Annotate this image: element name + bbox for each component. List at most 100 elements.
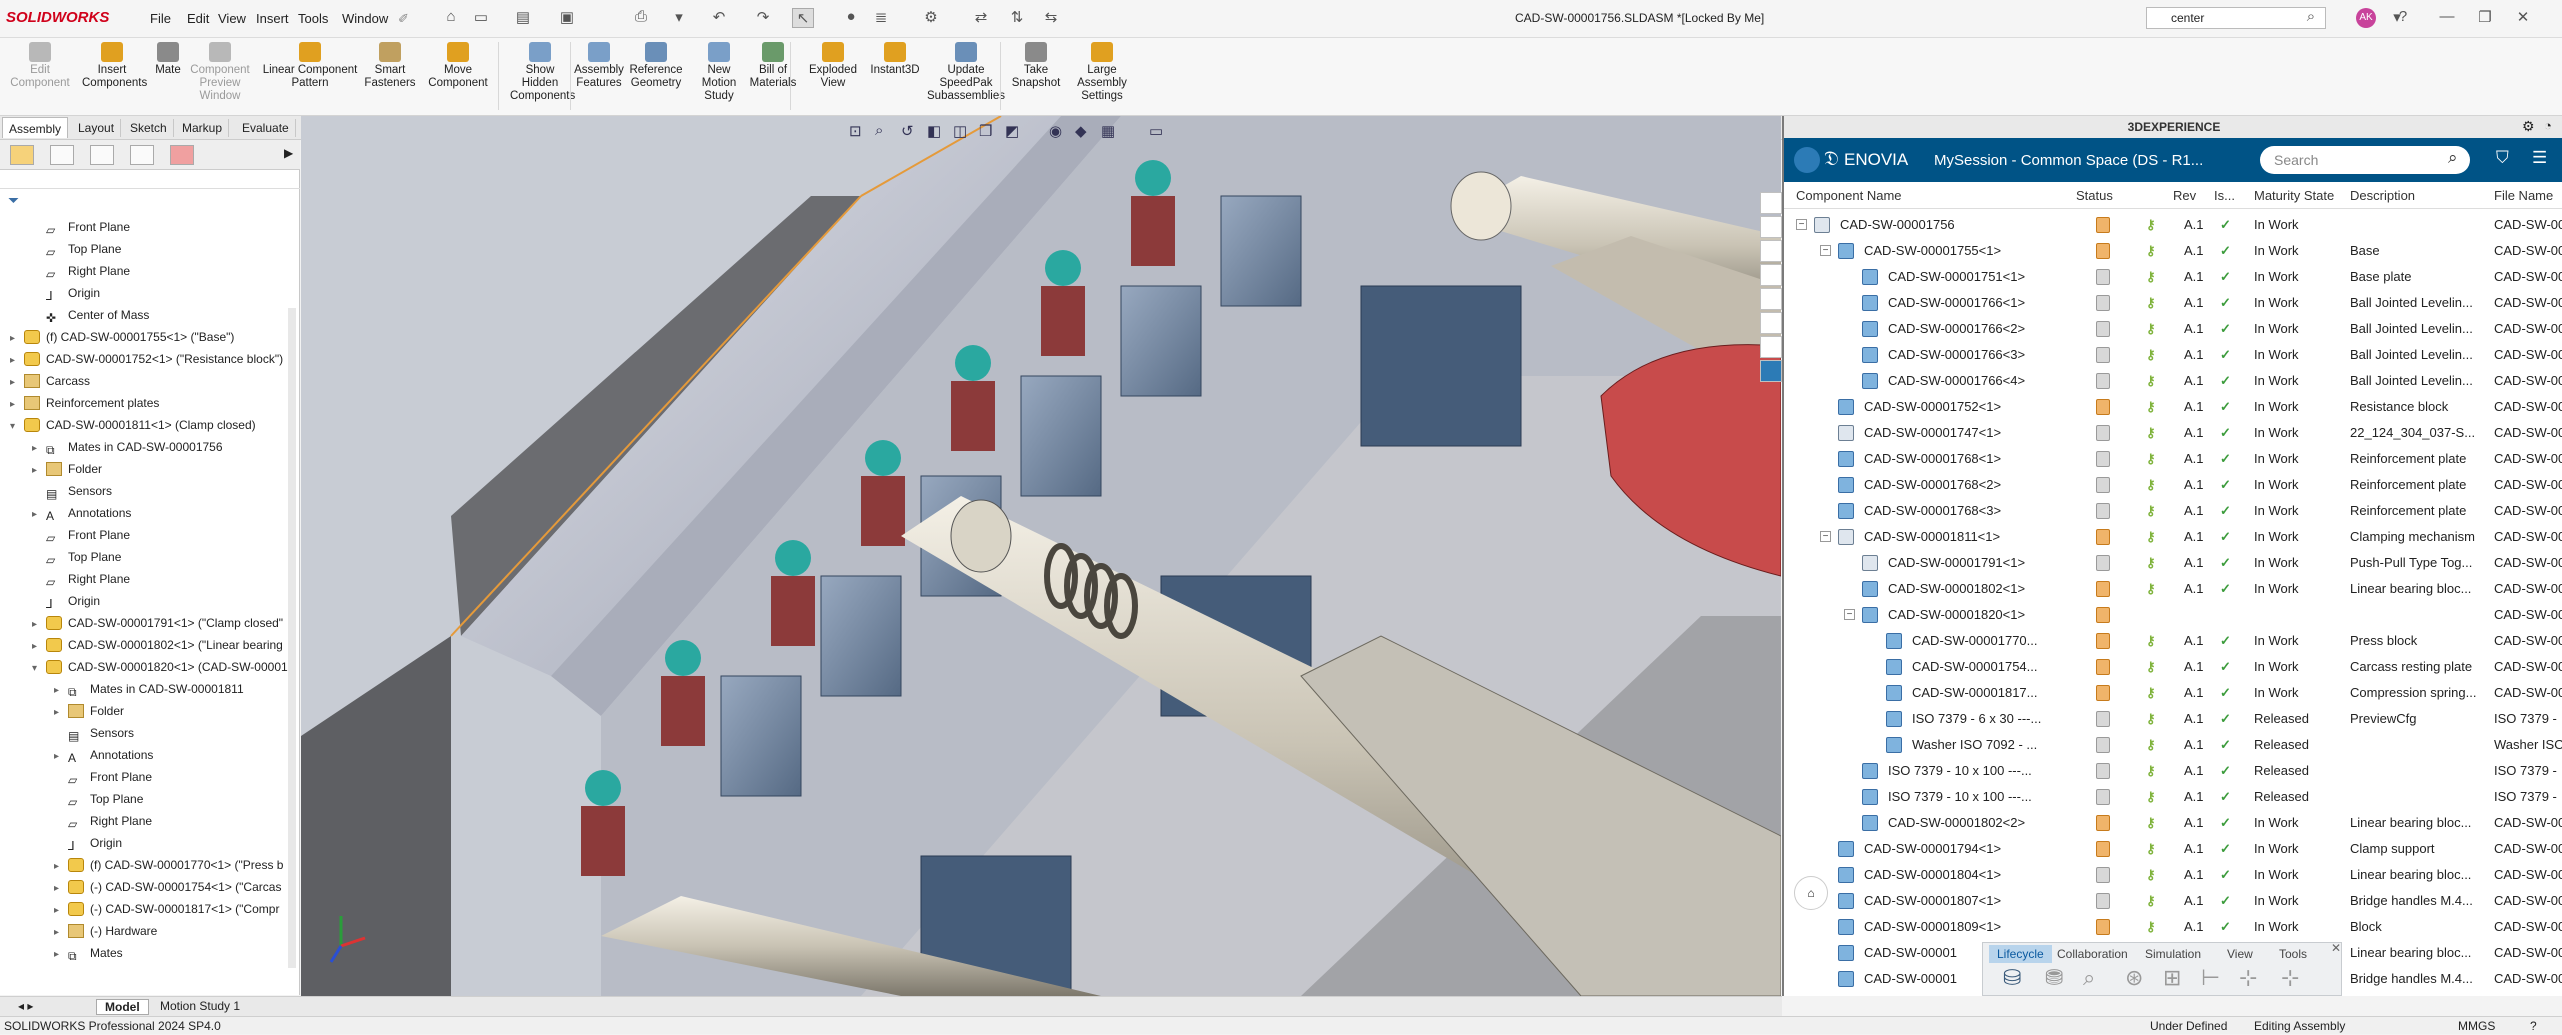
table-row[interactable]: Washer ISO 7092 - ... ⚷ A.1 ✓ Released Washer… (1784, 732, 2562, 758)
table-row[interactable]: CAD-SW-00001766<3> ⚷ A.1 ✓ In Work Ball Joint… (1784, 342, 2562, 368)
change-icon[interactable]: ⊞ (2163, 965, 2181, 991)
collaboration-icon[interactable]: ⇄ (970, 8, 992, 28)
column-header-maturity-state[interactable]: Maturity State (2254, 188, 2334, 203)
tree-node[interactable]: ▸ CAD-SW-00001752<1> ("Resistance block") (10, 348, 290, 370)
table-row[interactable]: CAD-SW-00001766<4> ⚷ A.1 ✓ In Work Ball Joint… (1784, 368, 2562, 394)
menu-window[interactable]: Window (342, 11, 388, 26)
cmd-instant3d[interactable]: Instant3D (866, 40, 924, 77)
expand-arrow-icon[interactable]: ▸ (10, 350, 20, 370)
tree-node[interactable]: ▸ (f) CAD-SW-00001755<1> ("Base") (10, 326, 290, 348)
table-row[interactable]: CAD-SW-00001809<1> ⚷ A.1 ✓ In Work Block CAD-S… (1784, 914, 2562, 940)
collapse-icon[interactable]: − (1820, 524, 1831, 551)
cmd-assembly-features[interactable]: Assembly Features (574, 40, 624, 90)
tree-node[interactable]: ▸ ⧉ Mates in CAD-SW-00001811 (54, 678, 290, 700)
tab-sketch[interactable]: Sketch (124, 119, 174, 137)
view-orientation-icon[interactable]: ❒ (979, 122, 992, 140)
lifecycle-icon[interactable]: ⛁ (2003, 965, 2021, 991)
table-row[interactable]: CAD-SW-00001751<1> ⚷ A.1 ✓ In Work Base plate… (1784, 264, 2562, 290)
expand-arrow-icon[interactable]: ▸ (32, 504, 42, 524)
cmd-component-preview-window[interactable]: Component Preview Window (190, 40, 250, 103)
select-icon[interactable]: ↖ (792, 8, 814, 28)
column-header-rev[interactable]: Rev (2173, 188, 2196, 203)
cmd-edit-component[interactable]: Edit Component (10, 40, 70, 90)
menu-file[interactable]: File (150, 11, 171, 26)
tree-node[interactable]: ▸ ⧉ Mates (54, 942, 290, 964)
menu-view[interactable]: View (218, 11, 246, 26)
tree-node[interactable]: ▸ Carcass (10, 370, 290, 392)
lifecycle-tab-lifecycle[interactable]: Lifecycle (1989, 945, 2052, 963)
column-header-status[interactable]: Status (2076, 188, 2113, 203)
model-tab-model[interactable]: Model (96, 999, 149, 1015)
help-icon[interactable]: ? (2530, 1017, 2537, 1035)
tree-node[interactable]: ▱ Front Plane (32, 524, 290, 546)
close-icon[interactable]: ✕ (2512, 8, 2534, 28)
table-row[interactable]: CAD-SW-00001754... ⚷ A.1 ✓ In Work Carcass re… (1784, 654, 2562, 680)
table-row[interactable]: CAD-SW-00001766<1> ⚷ A.1 ✓ In Work Ball Joint… (1784, 290, 2562, 316)
tree-node[interactable]: ▸ CAD-SW-00001802<1> ("Linear bearing (32, 634, 290, 656)
branch-icon[interactable]: ⊹ (2239, 965, 2257, 991)
tree-node[interactable]: ▸ CAD-SW-00001791<1> ("Clamp closed" (32, 612, 290, 634)
tree-node[interactable]: ▾ CAD-SW-00001811<1> (Clamp closed) (10, 414, 290, 436)
cmd-mate[interactable]: Mate (150, 40, 186, 77)
table-row[interactable]: ISO 7379 - 10 x 100 ---... ⚷ A.1 ✓ Released I… (1784, 784, 2562, 810)
previous-view-icon[interactable]: ↺ (901, 122, 914, 140)
tab-assembly[interactable]: Assembly (2, 117, 69, 138)
session-label[interactable]: MySession - Common Space (DS - R1... (1934, 152, 2203, 169)
tree-node[interactable]: ▱ Top Plane (32, 546, 290, 568)
cmd-take-snapshot[interactable]: Take Snapshot (1010, 40, 1062, 90)
hide-show-items-icon[interactable]: ◉ (1049, 122, 1062, 140)
compass-icon[interactable] (1794, 147, 1820, 173)
column-header-is-[interactable]: Is... (2214, 188, 2235, 203)
expand-arrow-icon[interactable]: ▸ (54, 922, 64, 942)
cmd-large-assembly-settings[interactable]: Large Assembly Settings (1070, 40, 1134, 103)
search-icon[interactable]: ⌕ (2448, 148, 2458, 168)
expand-arrow-icon[interactable]: ▸ (54, 900, 64, 920)
file-properties-icon[interactable]: ≣ (870, 8, 892, 28)
model-tab-motion-study-1[interactable]: Motion Study 1 (152, 999, 248, 1013)
menu-edit[interactable]: Edit (187, 11, 209, 26)
search-icon[interactable]: ⌕ (2300, 8, 2322, 28)
table-row[interactable]: CAD-SW-00001768<3> ⚷ A.1 ✓ In Work Reinforcem… (1784, 498, 2562, 524)
lifecycle-tab-view[interactable]: View (2219, 945, 2261, 963)
expand-arrow-icon[interactable]: ▶ (284, 146, 293, 160)
collapse-icon[interactable]: − (1820, 238, 1831, 265)
property-manager-tab-icon[interactable] (50, 145, 74, 165)
cmd-reference-geometry[interactable]: Reference Geometry (628, 40, 684, 90)
expand-arrow-icon[interactable]: ▸ (32, 636, 42, 656)
tree-scrollbar[interactable] (288, 308, 296, 968)
tree-node[interactable]: ⅃ Origin (32, 590, 290, 612)
tab-evaluate[interactable]: Evaluate (236, 119, 296, 137)
collapse-arrow-icon[interactable]: ▾ (32, 658, 42, 678)
3dexperience-icon[interactable] (1760, 360, 1782, 382)
options-icon[interactable]: ⚙ (920, 8, 942, 28)
table-row[interactable]: − CAD-SW-00001820<1> CAD-SW-00 (1784, 602, 2562, 628)
cmd-show-hidden-components[interactable]: Show Hidden Components (510, 40, 575, 103)
table-row[interactable]: ISO 7379 - 6 x 30 ---... ⚷ A.1 ✓ Released Pre… (1784, 706, 2562, 732)
display-manager-tab-icon[interactable] (170, 145, 194, 165)
table-row[interactable]: CAD-SW-00001766<2> ⚷ A.1 ✓ In Work Ball Joint… (1784, 316, 2562, 342)
cmd-update-speedpak-subassemblies[interactable]: Update SpeedPak Subassemblies (926, 40, 1006, 103)
unit-system[interactable]: MMGS (2458, 1017, 2495, 1035)
tree-node[interactable]: ⅃ Origin (54, 832, 290, 854)
new-document-icon[interactable]: ▭ (470, 8, 492, 28)
edit-appearance-icon[interactable]: ◆ (1075, 122, 1087, 140)
tree-node[interactable]: ▸ A Annotations (32, 502, 290, 524)
lifecycle-tab-collaboration[interactable]: Collaboration (2049, 945, 2136, 963)
tree-node[interactable]: ▸ (-) Hardware (54, 920, 290, 942)
view-settings-icon[interactable]: ▭ (1149, 122, 1163, 140)
appearances-icon[interactable] (1760, 288, 1782, 310)
tree-node[interactable]: ▸ Reinforcement plates (10, 392, 290, 414)
traffic-light-icon[interactable]: ● (840, 8, 862, 28)
cmd-move-component[interactable]: Move Component (428, 40, 488, 90)
close-icon[interactable]: ✕ (2331, 941, 2341, 955)
zoom-to-fit-icon[interactable]: ⊡ (849, 122, 862, 140)
graphics-area[interactable]: ⊡ ⌕ ↺ ◧ ◫ ❒ ◩ ◉ ◆ ▦ ▭ (301, 116, 1781, 996)
tree-node[interactable]: ✜ Center of Mass (32, 304, 290, 326)
custom-properties-icon[interactable] (1760, 312, 1782, 334)
table-row[interactable]: CAD-SW-00001802<2> ⚷ A.1 ✓ In Work Linear bea… (1784, 810, 2562, 836)
lifecycle-tab-tools[interactable]: Tools (2271, 945, 2315, 963)
chat-icon[interactable]: ⌂ (1794, 876, 1828, 910)
tree-node[interactable]: ▸ (-) CAD-SW-00001754<1> ("Carcas (54, 876, 290, 898)
collapse-icon[interactable]: − (1844, 602, 1855, 629)
print-icon[interactable]: ⎙ (630, 8, 652, 28)
